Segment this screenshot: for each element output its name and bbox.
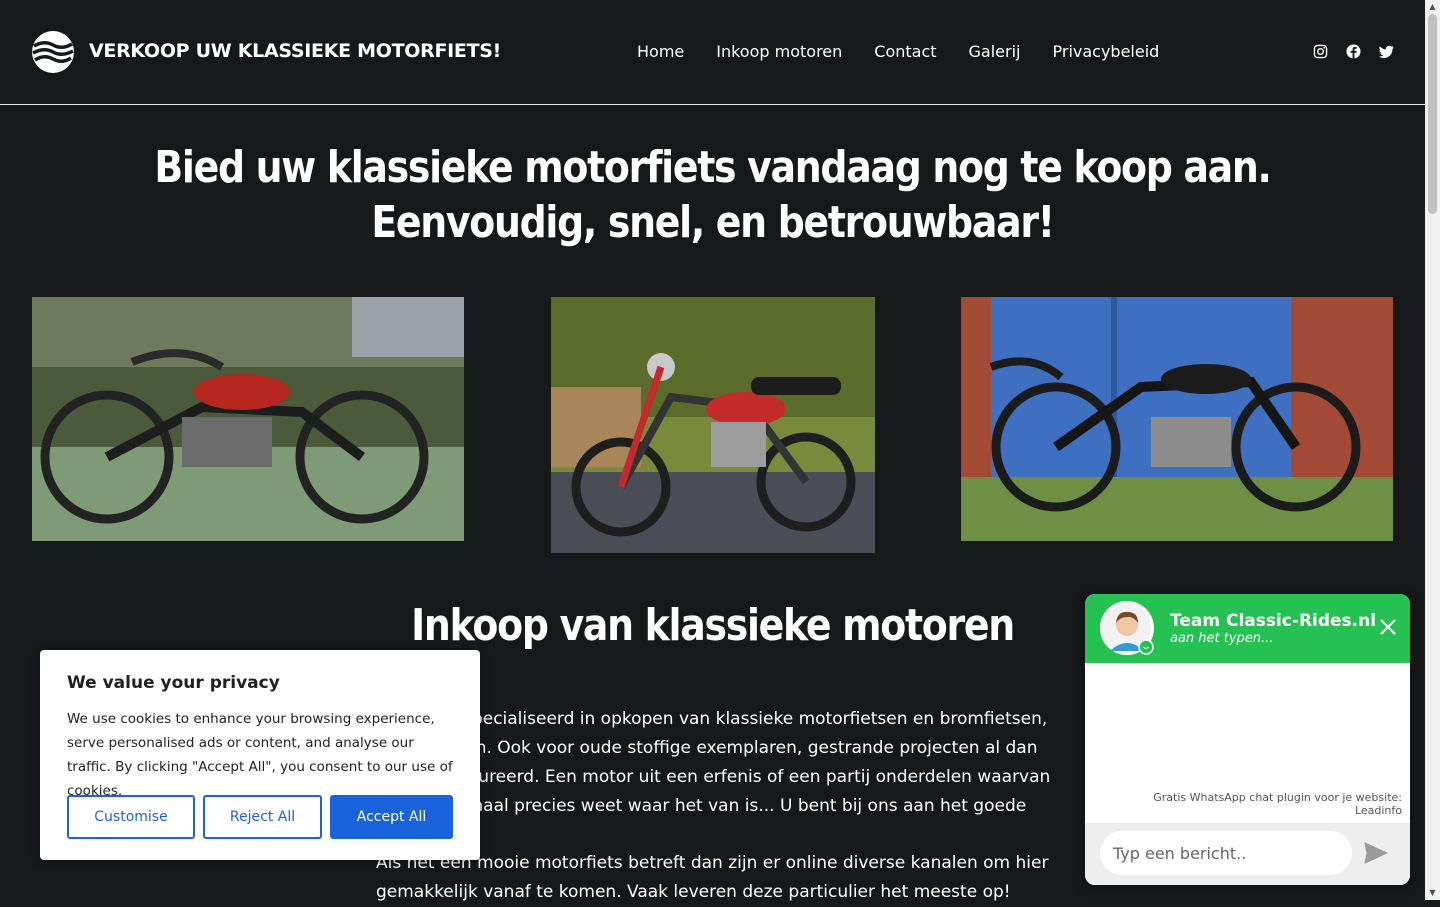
whatsapp-footer (1085, 823, 1410, 885)
hero-title-line-1: Bied uw klassieke motorfiets vandaag nog… (154, 142, 1272, 193)
scroll-down-arrow-icon[interactable]: ▼ (1425, 886, 1440, 900)
whatsapp-agent-name: Team Classic-Rides.nl (1170, 611, 1377, 631)
motorcycle-photo-3 (961, 297, 1393, 541)
site-header: VERKOOP UW KLASSIEKE MOTORFIETS! Home In… (0, 0, 1425, 105)
nav-item-home[interactable]: Home (637, 42, 684, 61)
instagram-icon[interactable] (1313, 44, 1328, 59)
motorcycle-photo-2 (551, 297, 875, 553)
whatsapp-chat-widget: Team Classic-Rides.nl aan het typen... G… (1085, 594, 1410, 885)
customise-button[interactable]: Customise (67, 795, 195, 839)
cookie-title: We value your privacy (67, 673, 280, 693)
whatsapp-message-input[interactable] (1100, 831, 1352, 875)
nav-item-galerij[interactable]: Galerij (969, 42, 1021, 61)
close-icon[interactable] (1377, 616, 1399, 638)
agent-avatar-icon (1100, 601, 1154, 655)
nav-item-contact[interactable]: Contact (874, 42, 936, 61)
facebook-icon[interactable] (1346, 44, 1361, 59)
scroll-thumb[interactable] (1428, 14, 1437, 214)
logo-icon[interactable] (32, 31, 74, 73)
whatsapp-header: Team Classic-Rides.nl aan het typen... (1085, 594, 1410, 663)
nav-item-privacybeleid[interactable]: Privacybeleid (1053, 42, 1160, 61)
motorcycle-photo-1 (32, 297, 464, 541)
social-links (1313, 44, 1394, 59)
whatsapp-chat-body: Gratis WhatsApp chat plugin voor je webs… (1085, 663, 1410, 823)
twitter-icon[interactable] (1379, 44, 1394, 59)
whatsapp-plugin-credit[interactable]: Gratis WhatsApp chat plugin voor je webs… (1153, 791, 1402, 817)
cookie-consent-banner: We value your privacy We use cookies to … (40, 650, 480, 860)
hero-title-line-2: Eenvoudig, snel, en betrouwbaar! (371, 197, 1055, 248)
site-title[interactable]: VERKOOP UW KLASSIEKE MOTORFIETS! (89, 40, 501, 62)
scroll-up-arrow-icon[interactable]: ▲ (1425, 0, 1440, 14)
whatsapp-typing-status: aan het typen... (1170, 631, 1274, 646)
accept-all-button[interactable]: Accept All (330, 795, 453, 839)
page-scrollbar[interactable]: ▲ ▼ (1425, 0, 1440, 900)
credit-line-1: Gratis WhatsApp chat plugin voor je webs… (1153, 791, 1402, 804)
reject-all-button[interactable]: Reject All (203, 795, 322, 839)
nav-item-inkoop-motoren[interactable]: Inkoop motoren (716, 42, 842, 61)
send-icon[interactable] (1363, 841, 1389, 865)
credit-line-2[interactable]: Leadinfo (1153, 804, 1402, 817)
cookie-description: We use cookies to enhance your browsing … (67, 711, 453, 799)
main-nav: Home Inkoop motoren Contact Galerij Priv… (637, 42, 1159, 61)
